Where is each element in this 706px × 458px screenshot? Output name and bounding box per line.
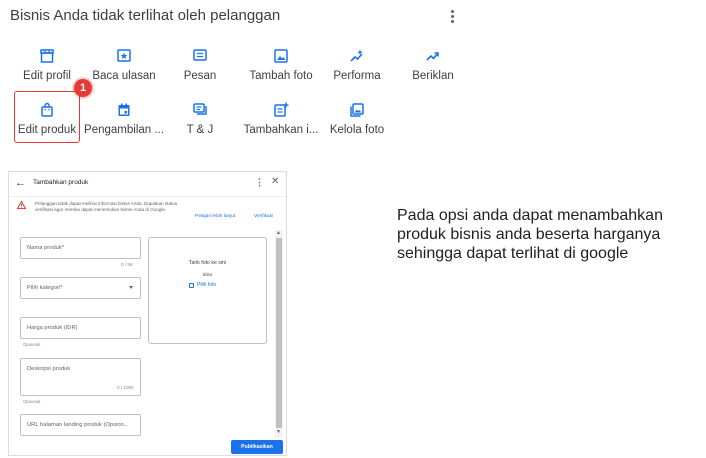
category-select[interactable]: Pilih kategori* bbox=[20, 277, 141, 299]
action-label: Edit produk bbox=[17, 124, 77, 136]
performance-sparkle-icon bbox=[348, 47, 366, 65]
action-tanya-jawab[interactable]: T & J bbox=[160, 100, 240, 138]
page-title: Bisnis Anda tidak terlihat oleh pelangga… bbox=[10, 7, 281, 24]
verification-warning: Pelanggan tidak dapat melihat informasi … bbox=[9, 196, 286, 228]
shopping-bag-icon bbox=[38, 101, 56, 119]
scroll-thumb[interactable] bbox=[276, 238, 282, 428]
product-name-placeholder: Nama produk* bbox=[27, 245, 65, 251]
pick-photo-button[interactable]: Pilih foto bbox=[189, 282, 216, 288]
dropdown-arrow-icon bbox=[129, 286, 133, 289]
message-icon bbox=[191, 47, 209, 65]
description-hint: Opsional bbox=[23, 399, 41, 404]
action-pesan[interactable]: Pesan bbox=[160, 46, 240, 84]
warning-text: Pelanggan tidak dapat melihat informasi … bbox=[35, 201, 178, 212]
instruction-caption: Pada opsi anda dapat menambahkan produk … bbox=[397, 207, 663, 262]
review-star-icon bbox=[115, 47, 133, 65]
photo-or-text: atau bbox=[202, 272, 213, 278]
add-product-dialog: ← Tambahkan produk ⋮ ✕ Pelanggan tidak d… bbox=[8, 171, 287, 456]
action-label: Tambahkan i... bbox=[243, 124, 319, 136]
action-label: Performa bbox=[333, 70, 381, 82]
photo-library-icon bbox=[348, 101, 366, 119]
step-badge: 1 bbox=[74, 79, 92, 97]
publish-button[interactable]: Publikasikan bbox=[231, 440, 283, 454]
add-post-icon bbox=[272, 101, 290, 119]
photo-drag-text: Tarik foto ke sini bbox=[188, 260, 227, 266]
description-placeholder: Deskripsi produk bbox=[27, 366, 71, 372]
action-pengambilan[interactable]: Pengambilan ... bbox=[84, 100, 164, 138]
action-tambahkan-info[interactable]: Tambahkan i... bbox=[241, 100, 321, 138]
action-kelola-foto[interactable]: Kelola foto bbox=[317, 100, 397, 138]
price-hint: Opsional bbox=[23, 342, 41, 347]
action-baca-ulasan[interactable]: Baca ulasan bbox=[84, 46, 164, 84]
product-name-counter: 0 / 58 bbox=[121, 262, 133, 267]
action-label: Pesan bbox=[183, 70, 217, 82]
action-edit-profil[interactable]: Edit profil bbox=[7, 46, 87, 84]
price-placeholder: Harga produk (IDR) bbox=[27, 325, 78, 331]
dialog-more-icon[interactable]: ⋮ bbox=[255, 177, 264, 188]
action-label: Baca ulasan bbox=[92, 70, 156, 82]
qa-chat-icon bbox=[191, 101, 209, 119]
add-photo-icon bbox=[272, 47, 290, 65]
action-label: Tambah foto bbox=[249, 70, 313, 82]
verify-link[interactable]: Verifikasi bbox=[254, 214, 273, 219]
action-label: Kelola foto bbox=[329, 124, 385, 136]
action-label: T & J bbox=[186, 124, 214, 136]
more-options-icon[interactable] bbox=[444, 6, 460, 26]
dialog-scrollbar[interactable]: ▲ ▼ bbox=[275, 230, 283, 438]
scroll-up-icon[interactable]: ▲ bbox=[276, 230, 281, 236]
description-counter: 0 / 1000 bbox=[117, 385, 134, 390]
storefront-icon bbox=[38, 47, 56, 65]
pick-photo-label: Pilih foto bbox=[197, 282, 217, 288]
action-beriklan[interactable]: Beriklan bbox=[393, 46, 473, 84]
product-name-field[interactable]: Nama produk* bbox=[20, 237, 141, 259]
back-arrow-icon[interactable]: ← bbox=[15, 177, 26, 189]
close-icon[interactable]: ✕ bbox=[271, 176, 279, 187]
dialog-header: ← Tambahkan produk ⋮ ✕ bbox=[9, 172, 286, 194]
action-performa[interactable]: Performa bbox=[317, 46, 397, 84]
price-field[interactable]: Harga produk (IDR) bbox=[20, 317, 141, 339]
scroll-down-icon[interactable]: ▼ bbox=[276, 429, 281, 435]
warning-icon bbox=[17, 201, 26, 209]
action-label: Pengambilan ... bbox=[84, 124, 164, 136]
action-edit-produk[interactable]: Edit produk bbox=[7, 100, 87, 138]
action-tambah-foto[interactable]: Tambah foto bbox=[241, 46, 321, 84]
trending-up-icon bbox=[424, 47, 442, 65]
action-label: Edit profil bbox=[23, 70, 71, 82]
learn-more-link[interactable]: Pelajari lebih lanjut bbox=[195, 214, 235, 219]
photo-icon bbox=[189, 282, 194, 288]
dialog-title: Tambahkan produk bbox=[33, 179, 89, 186]
description-field[interactable]: Deskripsi produk 0 / 1000 bbox=[20, 358, 141, 396]
category-placeholder: Pilih kategori* bbox=[27, 285, 63, 291]
action-label: Beriklan bbox=[412, 70, 454, 82]
calendar-icon bbox=[115, 101, 133, 119]
photo-dropzone[interactable]: Tarik foto ke sini atau Pilih foto bbox=[148, 237, 267, 344]
landing-url-field[interactable]: URL halaman landing produk (Opsion... bbox=[20, 414, 141, 436]
landing-url-placeholder: URL halaman landing produk (Opsion... bbox=[27, 422, 129, 428]
